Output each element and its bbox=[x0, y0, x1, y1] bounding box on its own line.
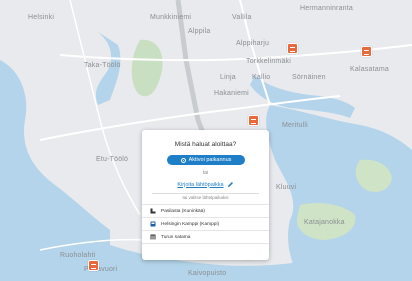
map-label-kalasatama: Kalasatama bbox=[350, 66, 389, 73]
place-item-kamppi[interactable]: Helsingin Kamppi (Kamppi) bbox=[142, 217, 269, 230]
map-label-meritulli: Meritulli bbox=[282, 122, 308, 129]
place-label-kamppi: Helsingin Kamppi (Kamppi) bbox=[161, 221, 220, 227]
place-item-pasila[interactable]: Pasilasta (Kuninkää) bbox=[142, 204, 269, 217]
map-label-kluuvi: Kluuvi bbox=[276, 184, 297, 191]
map-label-torkkelinmaki: Torkkelinmäki bbox=[246, 58, 291, 65]
activate-positioning-label: Aktivoi paikannus bbox=[188, 157, 232, 163]
station-marker-4[interactable] bbox=[88, 260, 99, 271]
place-label-pasila: Pasilasta (Kuninkää) bbox=[161, 208, 205, 214]
screen: Helsinki Munkkiniemi Vallila Hermanninra… bbox=[0, 0, 412, 281]
or-separator: tai bbox=[202, 170, 209, 176]
map-label-hakaniemi: Hakaniemi bbox=[214, 90, 249, 97]
ferry-terminal-icon bbox=[150, 234, 156, 240]
train-station-icon bbox=[150, 208, 156, 214]
place-item-turku-harbour[interactable]: Turun satama bbox=[142, 230, 269, 244]
map-label-taka-toolo: Taka-Töölö bbox=[84, 62, 121, 69]
station-marker-1[interactable] bbox=[287, 43, 298, 54]
map-label-etu-toolo: Etu-Töölö bbox=[96, 156, 129, 163]
locate-icon bbox=[180, 157, 186, 163]
map-label-katajanokka: Katajanokka bbox=[304, 219, 345, 226]
map-label-munkkiniemi: Munkkiniemi bbox=[150, 14, 192, 21]
activate-positioning-button[interactable]: Aktivoi paikannus bbox=[167, 155, 245, 165]
or-choose-label: tai valitse lähtöpaikaksi bbox=[182, 195, 229, 200]
map-label-ruoholahti: Ruoholahti bbox=[60, 252, 96, 259]
map-label-kaivopuisto: Kaivopuisto bbox=[188, 270, 227, 277]
station-marker-3[interactable] bbox=[248, 115, 259, 126]
start-location-dialog: Mistä haluat aloittaa? Aktivoi paikannus… bbox=[142, 130, 269, 260]
suggested-places-list: Pasilasta (Kuninkää) Helsingin Kamppi (K… bbox=[142, 204, 269, 244]
dialog-divider bbox=[152, 193, 259, 194]
map-label-alppila: Alppila bbox=[188, 28, 211, 35]
station-marker-2[interactable] bbox=[361, 46, 372, 57]
map-label-hermanninranta: Hermanninranta bbox=[300, 5, 353, 12]
map-label-kallio: Kallio bbox=[252, 74, 271, 81]
enter-origin-link[interactable]: Kirjoita lähtöpaikka bbox=[142, 181, 269, 188]
bus-station-icon bbox=[150, 221, 156, 227]
map-label-vallila: Vallila bbox=[232, 14, 252, 21]
map-label-sornainen: Sörnäinen bbox=[292, 74, 326, 81]
pencil-icon bbox=[227, 182, 233, 188]
map-label-linja: Linja bbox=[220, 74, 236, 81]
dialog-title: Mistä haluat aloittaa? bbox=[174, 141, 237, 148]
enter-origin-label: Kirjoita lähtöpaikka bbox=[177, 181, 224, 188]
map-label-helsinki: Helsinki bbox=[28, 14, 55, 21]
map-label-alppiharju: Alppiharju bbox=[236, 40, 270, 47]
place-label-turku-harbour: Turun satama bbox=[161, 234, 191, 240]
